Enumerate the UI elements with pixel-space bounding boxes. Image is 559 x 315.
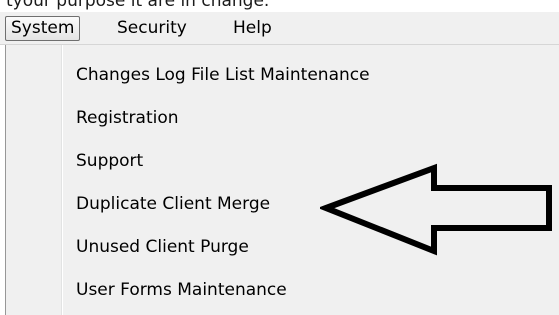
menu-item-unused-client-purge[interactable]: Unused Client Purge [76, 232, 249, 262]
arrow-left-icon [320, 163, 552, 256]
cropped-caption-text: tyour purpose it are in change. [6, 0, 270, 11]
cropped-caption: tyour purpose it are in change. [0, 0, 559, 12]
menu-help[interactable]: Help [228, 16, 277, 41]
menu-item-support[interactable]: Support [76, 146, 143, 176]
menu-system[interactable]: System [5, 16, 81, 41]
menu-icon-gutter [61, 45, 63, 315]
menu-security[interactable]: Security [112, 16, 192, 41]
menu-item-user-forms-maintenance[interactable]: User Forms Maintenance [76, 275, 287, 305]
menu-item-duplicate-client-merge[interactable]: Duplicate Client Merge [76, 189, 270, 219]
menu-item-changes-log-file-list-maintenance[interactable]: Changes Log File List Maintenance [76, 60, 370, 90]
menu-item-registration[interactable]: Registration [76, 103, 179, 133]
menu-bar: System Security Help [0, 12, 559, 45]
